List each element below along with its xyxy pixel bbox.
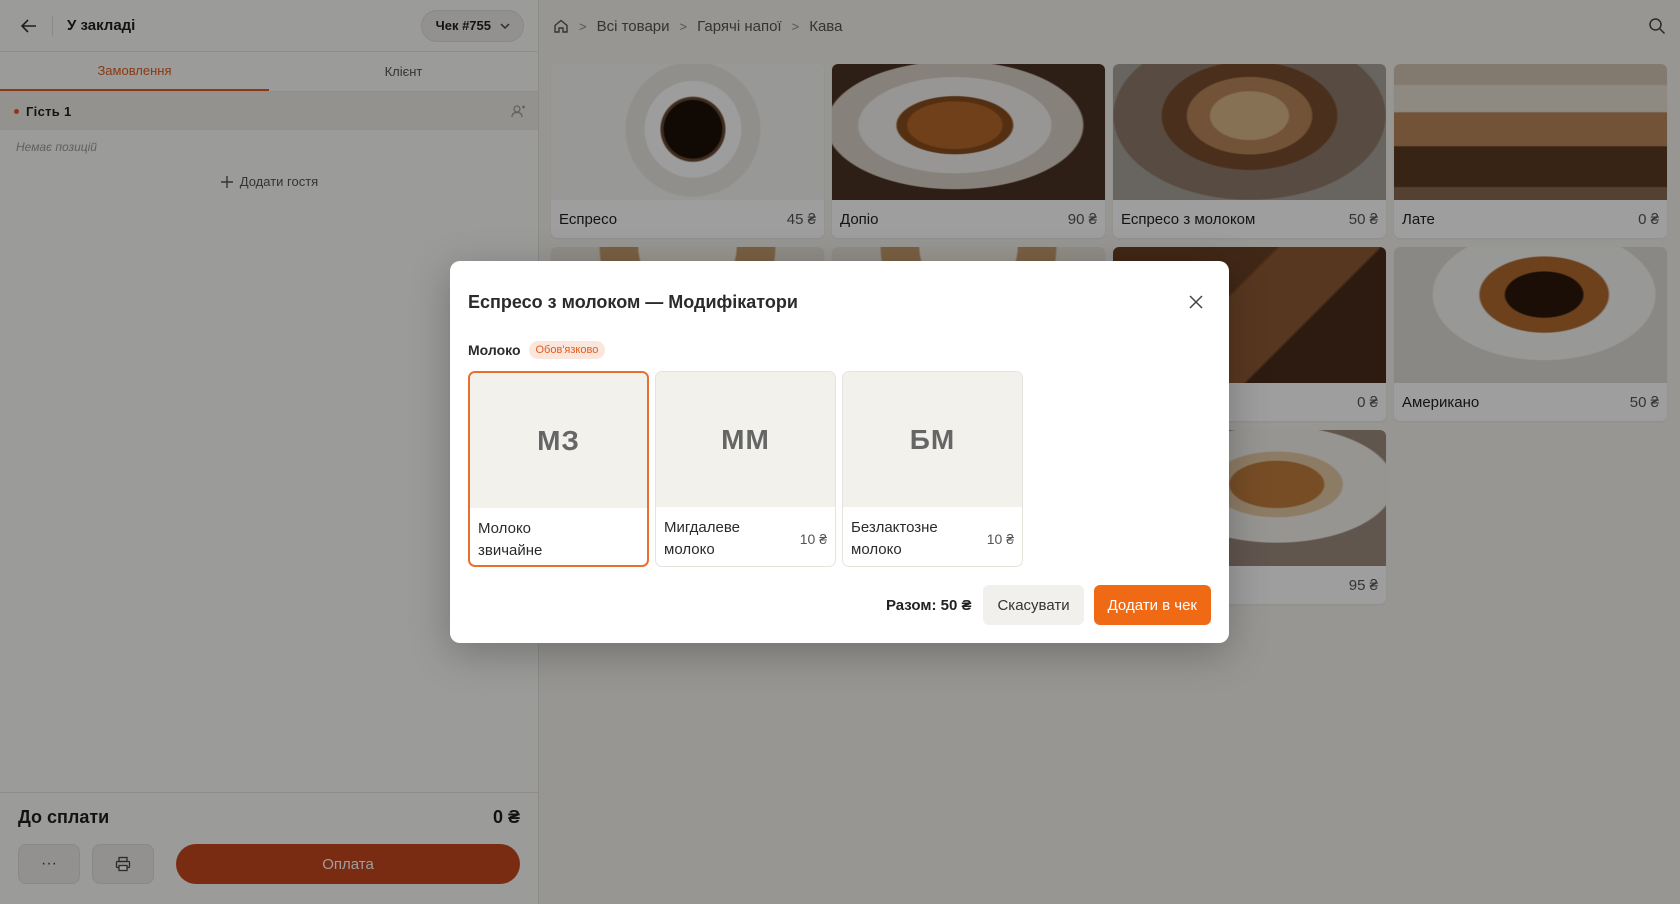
option-placeholder: ММ [656, 372, 835, 507]
add-to-check-button[interactable]: Додати в чек [1093, 585, 1211, 625]
dialog-footer: Разом: 50 ₴ Скасувати Додати в чек [468, 585, 1211, 625]
dialog-header: Еспресо з молоком — Модифікатори [468, 261, 1211, 339]
close-button[interactable] [1181, 287, 1211, 317]
group-label: Молоко [468, 342, 521, 358]
option-name: Мигдалеве молоко [664, 519, 741, 558]
required-badge: Обов'язково [528, 341, 606, 359]
option-placeholder: БМ [843, 372, 1022, 507]
modifier-group: Молоко Обов'язково [468, 339, 1211, 361]
option-price: 10 ₴ [986, 531, 1014, 547]
option-name: Молоко звичайне [478, 520, 543, 559]
option-almond-milk[interactable]: ММ Мигдалеве молоко 10 ₴ [655, 371, 836, 567]
option-name: Безлактозне молоко [851, 519, 938, 558]
option-lactose-free-milk[interactable]: БМ Безлактозне молоко 10 ₴ [842, 371, 1023, 567]
modifier-options: МЗ Молоко звичайне ММ Мигдалеве молоко 1… [468, 371, 1211, 567]
option-regular-milk[interactable]: МЗ Молоко звичайне [468, 371, 649, 567]
modifiers-dialog: Еспресо з молоком — Модифікатори Молоко … [450, 261, 1229, 643]
dialog-title: Еспресо з молоком — Модифікатори [468, 291, 798, 312]
close-icon [1189, 295, 1203, 309]
option-placeholder: МЗ [470, 373, 647, 508]
dialog-total: Разом: 50 ₴ [885, 596, 972, 614]
cancel-button[interactable]: Скасувати [983, 585, 1084, 625]
option-price: 10 ₴ [799, 531, 827, 547]
